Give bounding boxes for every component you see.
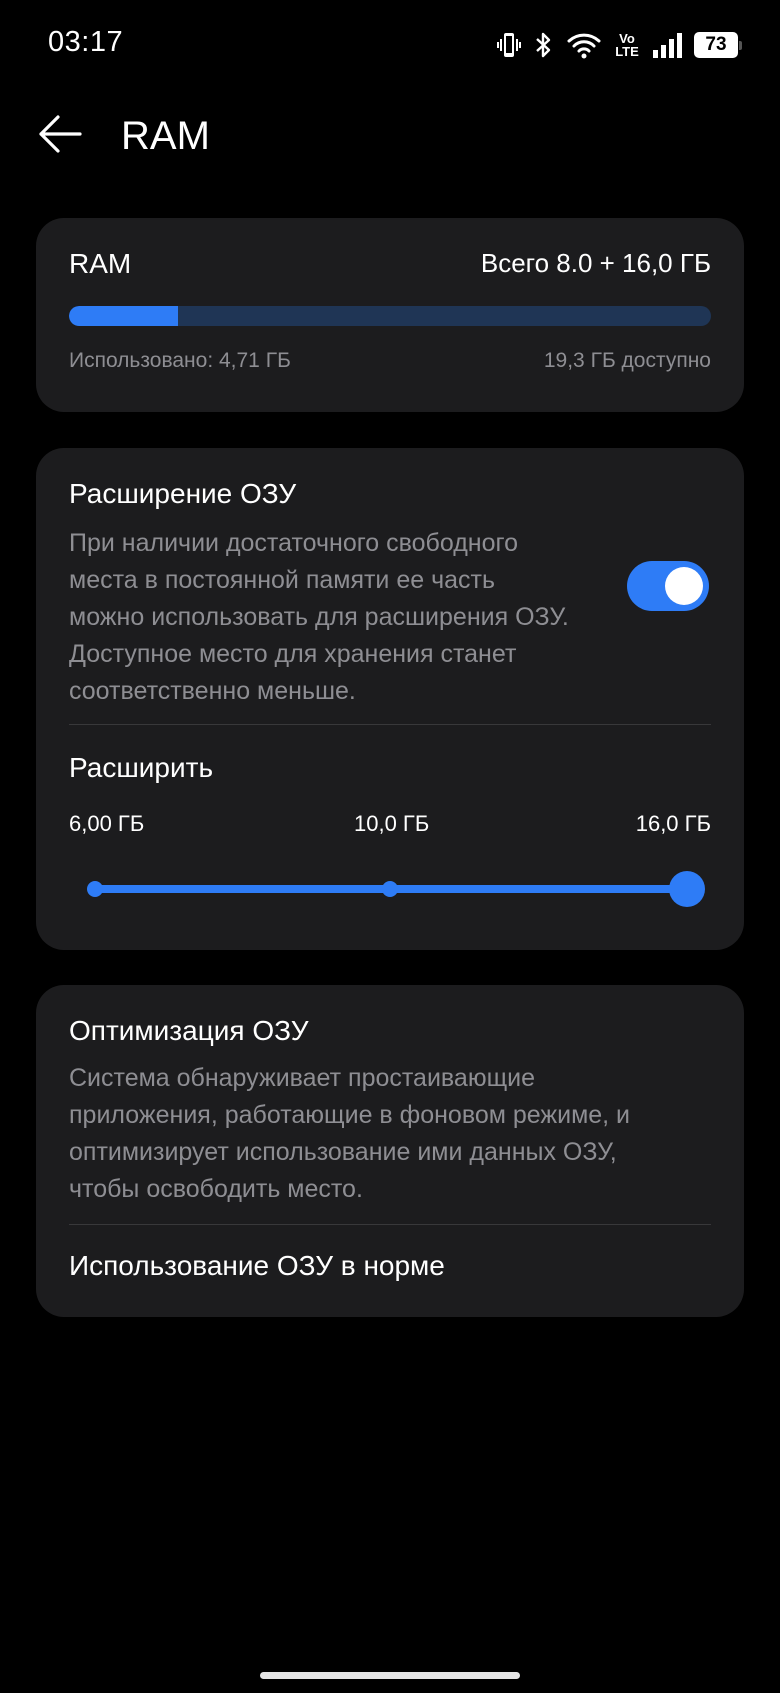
description-line: При наличии достаточного свободного bbox=[69, 529, 518, 557]
expansion-title: Расширение ОЗУ bbox=[69, 478, 297, 509]
volte-bottom-label: LTE bbox=[615, 44, 639, 59]
arrow-left-icon bbox=[39, 115, 82, 153]
divider bbox=[69, 1224, 711, 1225]
ram-usage-bar bbox=[69, 306, 711, 326]
home-indicator[interactable] bbox=[260, 1672, 520, 1679]
description-line: чтобы освободить место. bbox=[69, 1175, 363, 1203]
ram-total: Всего 8.0 + 16,0 ГБ bbox=[480, 248, 711, 278]
ram-summary-card: RAM Всего 8.0 + 16,0 ГБ Использовано: 4,… bbox=[36, 218, 744, 412]
description-line: места в постоянной памяти ее часть bbox=[69, 566, 496, 594]
description-line: оптимизирует использование ими данных ОЗ… bbox=[69, 1138, 617, 1166]
expansion-toggle[interactable] bbox=[627, 561, 709, 611]
ram-status-text: Использование ОЗУ в норме bbox=[69, 1250, 445, 1281]
bluetooth-icon bbox=[534, 30, 554, 60]
back-button[interactable] bbox=[36, 114, 84, 154]
status-icons: Vo LTE 73 bbox=[496, 28, 742, 62]
description-line: соответственно меньше. bbox=[69, 677, 356, 705]
ram-available-text: 19,3 ГБ доступно bbox=[543, 349, 711, 372]
wifi-icon bbox=[566, 30, 602, 60]
optimization-title: Оптимизация ОЗУ bbox=[69, 1015, 309, 1046]
vibrate-icon bbox=[496, 30, 522, 60]
slider-thumb[interactable] bbox=[669, 871, 705, 907]
expansion-description: При наличии достаточного свободного мест… bbox=[69, 525, 609, 710]
slider-label-mid: 10,0 ГБ bbox=[354, 811, 430, 836]
page-title: RAM bbox=[121, 114, 210, 158]
status-time: 03:17 bbox=[48, 26, 124, 58]
description-line: Доступное место для хранения станет bbox=[69, 640, 517, 668]
expand-title: Расширить bbox=[69, 752, 214, 783]
volte-icon: Vo LTE bbox=[614, 32, 640, 58]
slider-label-max: 16,0 ГБ bbox=[635, 811, 711, 836]
slider-stop-mid[interactable] bbox=[382, 881, 398, 897]
app-header: RAM bbox=[0, 100, 780, 170]
description-line: приложения, работающие в фоновом режиме,… bbox=[69, 1101, 631, 1129]
ram-usage-fill bbox=[69, 306, 179, 326]
ram-expansion-card: Расширение ОЗУ При наличии достаточного … bbox=[36, 448, 744, 950]
slider-label-min: 6,00 ГБ bbox=[69, 811, 145, 836]
ram-optimization-card: Оптимизация ОЗУ Система обнаруживает про… bbox=[36, 985, 744, 1317]
toggle-knob bbox=[665, 567, 703, 605]
divider bbox=[69, 724, 711, 725]
description-line: Система обнаруживает простаивающие bbox=[69, 1064, 536, 1092]
optimization-description: Система обнаруживает простаивающие прило… bbox=[69, 1060, 719, 1208]
ram-used-text: Использовано: 4,71 ГБ bbox=[69, 349, 291, 372]
signal-icon bbox=[652, 31, 682, 59]
status-bar: 03:17 Vo LTE 73 bbox=[0, 0, 780, 90]
battery-icon: 73 bbox=[694, 32, 742, 58]
ram-label: RAM bbox=[69, 248, 132, 279]
slider-stop-min[interactable] bbox=[87, 881, 103, 897]
battery-level: 73 bbox=[705, 34, 727, 55]
description-line: можно использовать для расширения ОЗУ. bbox=[69, 603, 569, 631]
